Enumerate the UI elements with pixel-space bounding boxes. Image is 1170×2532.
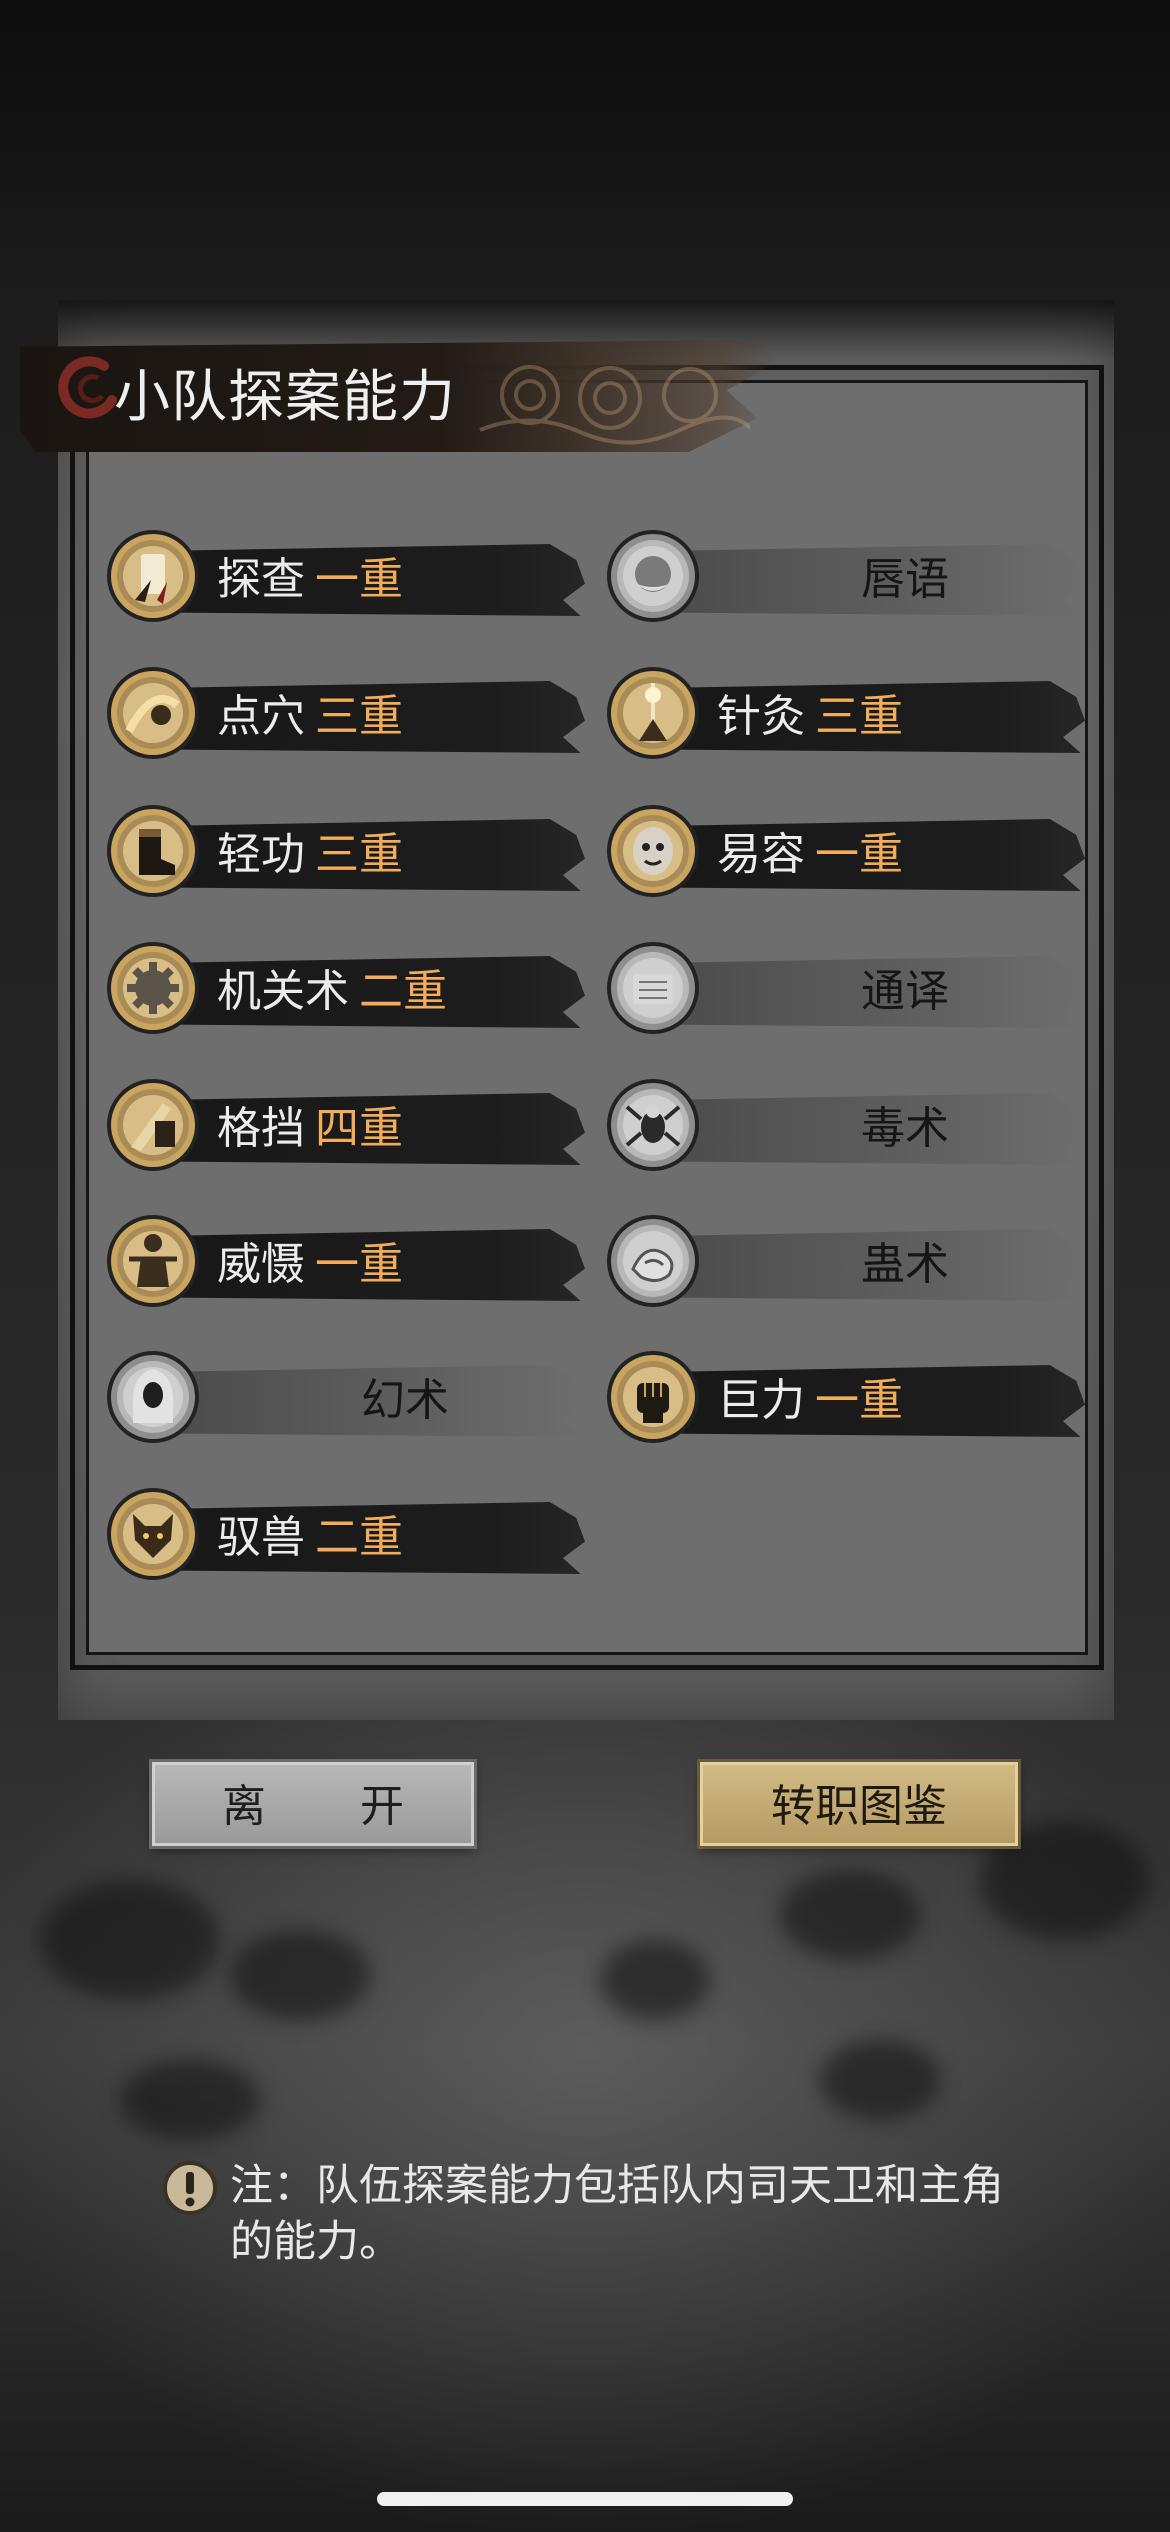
skill-level: 三重 (315, 829, 403, 880)
skill-name: 探查 (217, 554, 305, 605)
ink-blot-decoration (120, 2060, 260, 2140)
skill-level: 一重 (815, 1375, 903, 1426)
acupuncture-needle-icon (607, 667, 699, 759)
lips-icon (607, 530, 699, 622)
skill-name: 点穴 (217, 691, 305, 742)
gu-worm-icon (607, 1215, 699, 1307)
skill-label: 唇语 (725, 550, 1085, 610)
hooded-figure-icon (107, 1351, 199, 1443)
skill-label: 幻术 (225, 1371, 585, 1431)
intimidate-figure-icon (107, 1215, 199, 1307)
skill-level: 二重 (315, 1512, 403, 1563)
game-screen: 小队探案能力 探查 一重 唇语 点穴 三重 针灸 三重 轻功 三重 易容 一重 机关术 二重… (0, 0, 1170, 2532)
fist-icon (607, 1351, 699, 1443)
book-scroll-icon (607, 942, 699, 1034)
block-blade-icon (107, 1079, 199, 1171)
ink-blot-decoration (230, 1930, 370, 2020)
skill-level: 二重 (359, 966, 447, 1017)
skill-item[interactable]: 轻功 三重 (105, 797, 585, 907)
skill-item[interactable]: 针灸 三重 (605, 659, 1085, 769)
ink-blot-decoration (40, 1880, 220, 2000)
swirl-logo-icon (58, 356, 117, 419)
skill-name: 巨力 (717, 1375, 805, 1426)
skill-level: 四重 (315, 1103, 403, 1154)
skill-item[interactable]: 驭兽 二重 (105, 1480, 585, 1590)
skill-level: 一重 (815, 829, 903, 880)
skill-name: 轻功 (217, 829, 305, 880)
skill-label: 针灸 三重 (717, 687, 903, 747)
skill-label: 威慑 一重 (217, 1235, 403, 1295)
gear-icon (107, 942, 199, 1034)
pressure-strike-icon (107, 667, 199, 759)
skill-item[interactable]: 机关术 二重 (105, 934, 585, 1044)
skill-name: 蛊术 (861, 1239, 949, 1290)
skill-level: 三重 (815, 691, 903, 742)
skill-item[interactable]: 通译 (605, 934, 1085, 1044)
skill-label: 蛊术 (725, 1235, 1085, 1295)
skill-item[interactable]: 唇语 (605, 522, 1085, 632)
skill-name: 毒术 (861, 1103, 949, 1154)
skill-name: 唇语 (861, 554, 949, 605)
mask-icon (607, 805, 699, 897)
skill-label: 通译 (725, 962, 1085, 1022)
skill-level: 三重 (315, 691, 403, 742)
skill-item[interactable]: 蛊术 (605, 1207, 1085, 1317)
skill-item[interactable]: 毒术 (605, 1071, 1085, 1181)
note-text: 注：队伍探案能力包括队内司天卫和主角的能力。 (230, 2161, 1004, 2267)
skill-item[interactable]: 幻术 (105, 1343, 585, 1453)
skill-level: 一重 (315, 1239, 403, 1290)
job-atlas-button[interactable]: 转职图鉴 (700, 1762, 1018, 1846)
skill-label: 探查 一重 (217, 550, 403, 610)
skill-item[interactable]: 巨力 一重 (605, 1343, 1085, 1453)
skill-name: 机关术 (217, 966, 349, 1017)
skill-label: 巨力 一重 (717, 1371, 903, 1431)
skill-name: 驭兽 (217, 1512, 305, 1563)
scroll-claw-icon (107, 530, 199, 622)
exclamation-icon (163, 2161, 217, 2215)
skill-item[interactable]: 威慑 一重 (105, 1207, 585, 1317)
skill-level: 一重 (315, 554, 403, 605)
skill-label: 点穴 三重 (217, 687, 403, 747)
skill-name: 威慑 (217, 1239, 305, 1290)
skill-label: 驭兽 二重 (217, 1508, 403, 1568)
skill-label: 易容 一重 (717, 825, 903, 885)
skill-item[interactable]: 易容 一重 (605, 797, 1085, 907)
skill-name: 格挡 (217, 1103, 305, 1154)
skill-label: 机关术 二重 (217, 962, 447, 1022)
skill-name: 幻术 (361, 1375, 449, 1426)
boot-icon (107, 805, 199, 897)
skill-item[interactable]: 点穴 三重 (105, 659, 585, 769)
leave-button[interactable]: 离 开 (152, 1762, 474, 1846)
skill-label: 毒术 (725, 1099, 1085, 1159)
ink-blot-decoration (600, 1940, 710, 2020)
skill-name: 针灸 (717, 691, 805, 742)
skill-name: 易容 (717, 829, 805, 880)
skill-name: 通译 (861, 966, 949, 1017)
skill-item[interactable]: 探查 一重 (105, 522, 585, 632)
ink-blot-decoration (780, 1870, 920, 1960)
home-indicator[interactable] (377, 2492, 793, 2506)
cloud-pattern-icon (479, 365, 750, 445)
skill-item[interactable]: 格挡 四重 (105, 1071, 585, 1181)
skill-label: 轻功 三重 (217, 825, 403, 885)
page-title: 小队探案能力 (114, 365, 456, 430)
skill-label: 格挡 四重 (217, 1099, 403, 1159)
poison-spider-icon (607, 1079, 699, 1171)
wolf-icon (107, 1488, 199, 1580)
ink-blot-decoration (820, 2040, 940, 2120)
